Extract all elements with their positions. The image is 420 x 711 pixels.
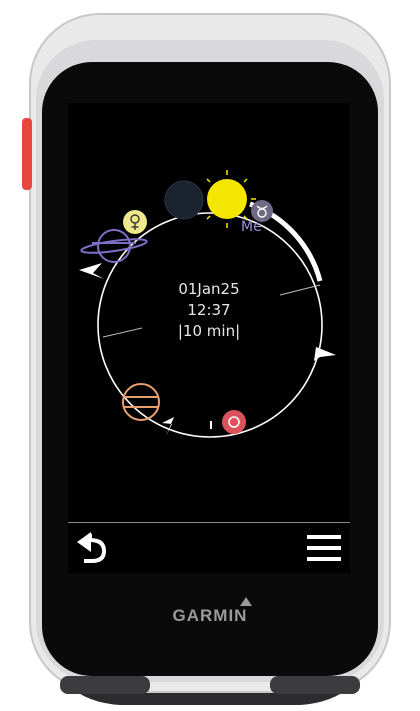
venus-icon: [123, 210, 147, 234]
mars-icon: [222, 410, 246, 434]
brand-logo: GARMIN: [172, 606, 248, 625]
saturn-icon: [80, 229, 148, 263]
datetime-block: 01Jan25 12:37 |10 min|: [68, 279, 350, 342]
right-bottom-button[interactable]: [270, 676, 360, 694]
date-text: 01Jan25: [178, 280, 240, 298]
screen-overlay: Me 01Jan25 12:37 |10 min|: [68, 103, 350, 573]
pointer-marker-left: [79, 263, 104, 279]
back-arrow-icon: [77, 532, 106, 563]
interval-text: |10 min|: [177, 322, 241, 340]
new-moon-icon: [164, 180, 204, 220]
side-power-button[interactable]: [22, 118, 32, 190]
menu-button[interactable]: [304, 530, 344, 566]
time-text: 12:37: [187, 301, 231, 319]
back-button[interactable]: [72, 530, 112, 566]
toolbar-divider: [68, 522, 350, 523]
mercury-label: Me: [241, 219, 262, 235]
left-bottom-button[interactable]: [60, 676, 150, 694]
hamburger-menu-icon: [307, 535, 341, 561]
